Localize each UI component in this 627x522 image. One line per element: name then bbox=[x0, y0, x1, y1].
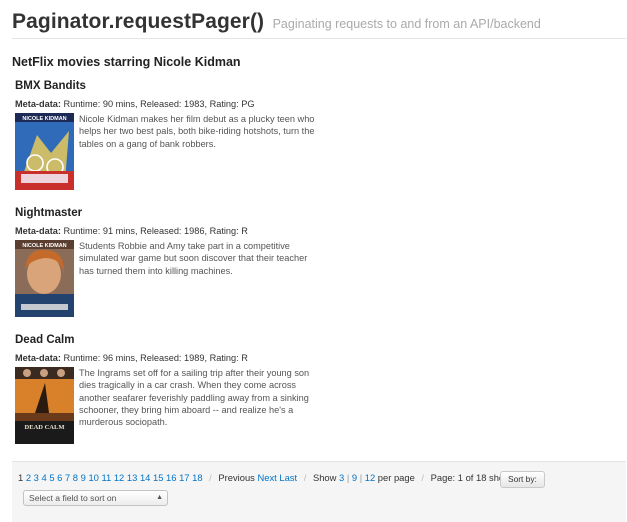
page-link[interactable]: 9 bbox=[81, 472, 86, 483]
next-link[interactable]: Next bbox=[257, 472, 276, 483]
meta-label: Meta-data: bbox=[15, 226, 61, 236]
per-page-option-3[interactable]: 3 bbox=[339, 472, 344, 483]
page-link[interactable]: 4 bbox=[41, 472, 46, 483]
select-arrows-icon: ▲ bbox=[156, 494, 163, 501]
separator: / bbox=[303, 472, 307, 483]
pagination-bar: 1 2 3 4 5 6 7 8 9 10 11 12 13 14 15 16 1… bbox=[12, 461, 626, 522]
page-link[interactable]: 8 bbox=[73, 472, 78, 483]
sort-by-button[interactable]: Sort by: bbox=[500, 471, 545, 488]
page-link[interactable]: 7 bbox=[65, 472, 70, 483]
movie-title: Dead Calm bbox=[15, 334, 75, 346]
page-link[interactable]: 17 bbox=[179, 472, 189, 483]
page-subtitle: Paginating requests to and from an API/b… bbox=[272, 17, 541, 31]
movie-meta: Meta-data: Runtime: 91 mins, Released: 1… bbox=[15, 226, 321, 237]
divider-bar: | bbox=[346, 472, 350, 483]
movie-title: Nightmaster bbox=[15, 207, 83, 219]
movie-item: BMX Bandits Meta-data: Runtime: 90 mins,… bbox=[15, 79, 321, 190]
per-page-option-12[interactable]: 12 bbox=[365, 472, 375, 483]
last-link[interactable]: Last bbox=[279, 472, 297, 483]
meta-label: Meta-data: bbox=[15, 353, 61, 363]
pagination-controls: 1 2 3 4 5 6 7 8 9 10 11 12 13 14 15 16 1… bbox=[18, 472, 529, 483]
page-link[interactable]: 5 bbox=[49, 472, 54, 483]
page-link[interactable]: 12 bbox=[114, 472, 124, 483]
movie-poster: NICOLE KIDMAN bbox=[15, 113, 74, 190]
page-link[interactable]: 15 bbox=[153, 472, 163, 483]
movie-synopsis: The Ingrams set off for a sailing trip a… bbox=[79, 368, 310, 428]
per-page-option-9[interactable]: 9 bbox=[352, 472, 357, 483]
meta-value: Runtime: 96 mins, Released: 1989, Rating… bbox=[63, 353, 248, 363]
meta-label: Meta-data: bbox=[15, 99, 61, 109]
page-link[interactable]: 10 bbox=[88, 472, 98, 483]
sort-field-placeholder: Select a field to sort on bbox=[29, 493, 117, 503]
movie-item: Dead Calm Meta-data: Runtime: 96 mins, R… bbox=[15, 333, 321, 444]
page-link[interactable]: 16 bbox=[166, 472, 176, 483]
page-link[interactable]: 3 bbox=[34, 472, 39, 483]
movie-poster: NICOLE KIDMAN bbox=[15, 240, 74, 317]
header-divider bbox=[12, 38, 626, 39]
show-label: Show bbox=[312, 472, 337, 483]
meta-value: Runtime: 91 mins, Released: 1986, Rating… bbox=[63, 226, 248, 236]
poster-caption: NICOLE KIDMAN bbox=[22, 116, 66, 122]
poster-caption: DEAD CALM bbox=[25, 424, 65, 431]
movie-synopsis: Nicole Kidman makes her film debut as a … bbox=[79, 114, 315, 149]
page-title: Paginator.requestPager() bbox=[12, 10, 265, 33]
poster-caption: NICOLE KIDMAN bbox=[22, 243, 66, 249]
page-link[interactable]: 2 bbox=[26, 472, 31, 483]
per-page-label: per page bbox=[377, 472, 415, 483]
page-link[interactable]: 18 bbox=[192, 472, 202, 483]
movie-title: BMX Bandits bbox=[15, 80, 86, 92]
page-link[interactable]: 11 bbox=[102, 472, 112, 483]
page-link[interactable]: 14 bbox=[140, 472, 150, 483]
movie-meta: Meta-data: Runtime: 96 mins, Released: 1… bbox=[15, 353, 321, 364]
separator: / bbox=[421, 472, 425, 483]
page-header: Paginator.requestPager() Paginating requ… bbox=[12, 10, 541, 34]
movie-synopsis: Students Robbie and Amy take part in a c… bbox=[79, 241, 308, 276]
page-link[interactable]: 6 bbox=[57, 472, 62, 483]
movie-item: Nightmaster Meta-data: Runtime: 91 mins,… bbox=[15, 206, 321, 317]
page-link[interactable]: 13 bbox=[127, 472, 137, 483]
separator: / bbox=[209, 472, 212, 483]
movie-meta: Meta-data: Runtime: 90 mins, Released: 1… bbox=[15, 99, 321, 110]
previous-label[interactable]: Previous bbox=[218, 472, 254, 483]
page-number-current[interactable]: 1 bbox=[18, 472, 23, 483]
meta-value: Runtime: 90 mins, Released: 1983, Rating… bbox=[63, 99, 255, 109]
divider-bar: | bbox=[359, 472, 363, 483]
movie-poster: DEAD CALM bbox=[15, 367, 74, 444]
section-heading: NetFlix movies starring Nicole Kidman bbox=[12, 55, 241, 69]
sort-field-select[interactable]: Select a field to sort on ▲ bbox=[23, 490, 168, 506]
